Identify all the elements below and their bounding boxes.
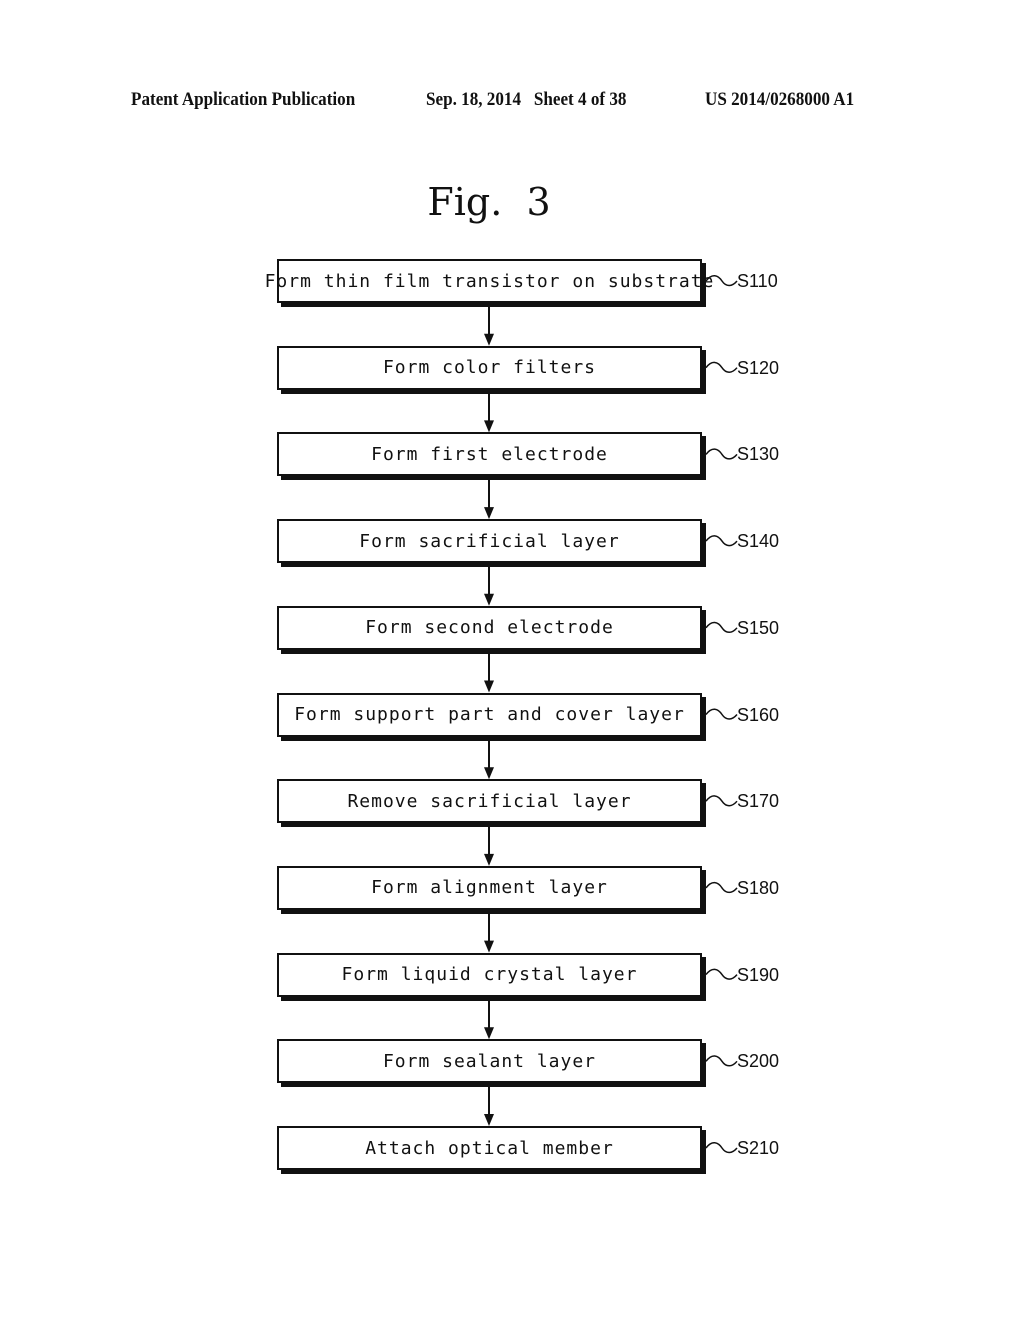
step-box: Form color filters	[277, 345, 702, 390]
step-reference-label: S180	[737, 877, 780, 898]
reference-leader-line	[705, 795, 738, 807]
reference-leader-line	[705, 1055, 738, 1067]
step-reference-label: S130	[737, 444, 780, 465]
step-box: Form sacrificial layer	[277, 519, 702, 564]
step-box: Form support part and cover layer	[277, 692, 702, 737]
step-text: Form color filters	[382, 357, 597, 379]
arrow-head-icon	[484, 767, 494, 780]
reference-leader-line	[705, 361, 738, 373]
step-reference-label: S200	[737, 1051, 780, 1072]
step-text: Form support part and cover layer	[294, 704, 685, 725]
arrow-head-icon	[484, 507, 494, 520]
step-reference-label: S120	[737, 357, 780, 378]
arrow-head-icon	[484, 420, 494, 433]
step-box: Form second electrode	[277, 605, 702, 650]
step-box: Form alignment layer	[277, 865, 702, 910]
arrow-head-icon	[484, 853, 494, 866]
step-text: Form thin film transistor on substrate	[264, 270, 715, 292]
reference-leader-line	[705, 535, 738, 547]
step-text: Form first electrode	[371, 443, 608, 465]
step-reference-label: S150	[737, 617, 780, 638]
step-reference-label: S160	[737, 704, 780, 725]
step-box: Attach optical member	[277, 1126, 702, 1170]
step-box: Form sealant layer	[277, 1039, 702, 1084]
step-box: Form thin film transistor on substrate	[265, 259, 713, 303]
step-box: Remove sacrificial layer	[277, 779, 702, 824]
step-text: Remove sacrificial layer	[347, 790, 632, 812]
arrow-head-icon	[484, 1027, 494, 1040]
step-box: Form liquid crystal layer	[277, 952, 702, 997]
arrow-head-icon	[484, 593, 494, 606]
reference-leader-line	[705, 708, 738, 720]
step-text: Form alignment layer	[371, 877, 608, 899]
flowchart-connectors	[484, 275, 738, 1154]
arrow-head-icon	[484, 1114, 494, 1126]
arrow-head-icon	[484, 680, 494, 693]
step-text: Form sacrificial layer	[359, 530, 620, 552]
step-text: Attach optical member	[365, 1137, 614, 1159]
arrow-head-icon	[484, 940, 494, 953]
step-text: Form second electrode	[365, 617, 614, 639]
step-text: Form liquid crystal layer	[341, 964, 638, 986]
step-reference-label: S140	[737, 531, 780, 552]
reference-leader-line	[705, 621, 738, 634]
step-reference-label: S190	[737, 964, 780, 985]
step-reference-label: S170	[737, 791, 780, 812]
reference-leader-line	[705, 1142, 738, 1154]
reference-leader-line	[705, 448, 738, 460]
step-reference-label: S110	[737, 271, 778, 291]
arrow-head-icon	[484, 333, 494, 346]
step-text: Form sealant layer	[382, 1050, 597, 1072]
step-box: Form first electrode	[277, 432, 702, 477]
reference-leader-line	[705, 968, 738, 980]
step-reference-label: S210	[737, 1138, 780, 1158]
reference-leader-line	[705, 881, 738, 894]
